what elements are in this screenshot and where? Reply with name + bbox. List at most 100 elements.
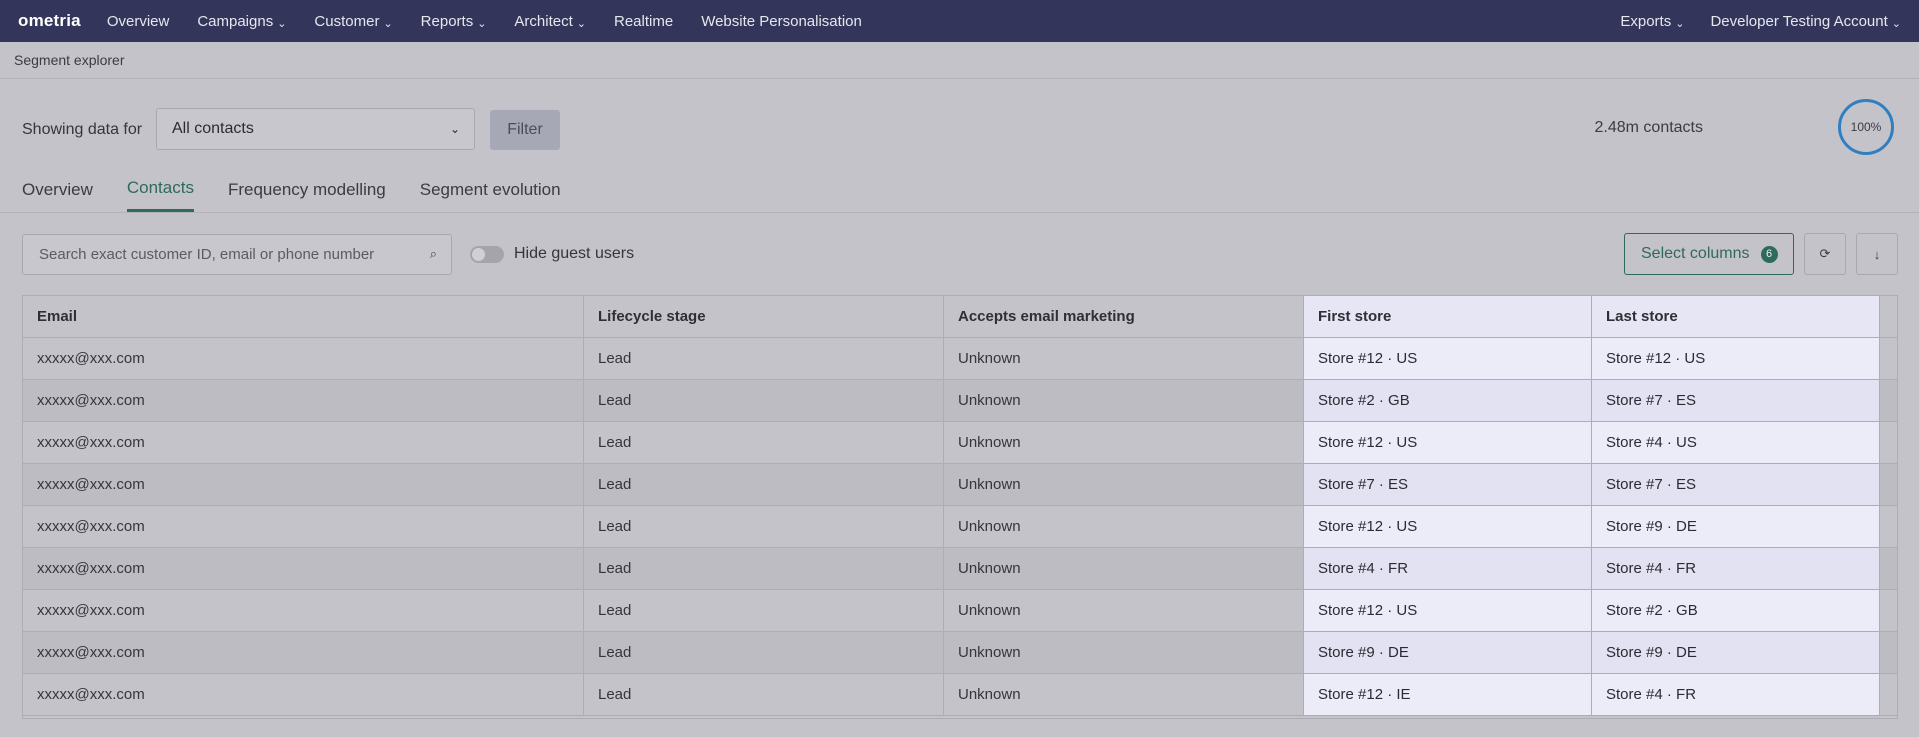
nav-right: Exports ⌄ Developer Testing Account ⌄ [1594, 13, 1901, 30]
chevron-down-icon: ⌄ [383, 17, 393, 30]
table-cell: Store #12 · US [1304, 338, 1592, 379]
nav-item-reports[interactable]: Reports ⌄ [421, 13, 487, 30]
table-cell: xxxxx@xxx.com [23, 338, 584, 379]
nav-item-architect[interactable]: Architect ⌄ [514, 13, 586, 30]
table-row[interactable]: xxxxx@xxx.com Lead Unknown Store #7 · ES Sto… [23, 464, 1897, 506]
table-row[interactable]: xxxxx@xxx.com Lead Unknown Store #12 · US St… [23, 506, 1897, 548]
table-cell: Store #2 · GB [1304, 380, 1592, 421]
tab-bar: Overview Contacts Frequency modelling Segme… [22, 172, 595, 212]
table-cell: Unknown [944, 338, 1304, 379]
chevron-down-icon: ⌄ [1891, 17, 1901, 30]
table-cell: xxxxx@xxx.com [23, 380, 584, 421]
table-cell: Lead [584, 380, 944, 421]
segment-select-value: All contacts [172, 120, 254, 137]
table-cell: Unknown [944, 422, 1304, 463]
table-cell: Lead [584, 590, 944, 631]
chevron-down-icon: ⌄ [277, 17, 287, 30]
ometria-logo[interactable]: ometria [18, 11, 81, 31]
table-cell: Store #4 · FR [1304, 548, 1592, 589]
account-menu[interactable]: Developer Testing Account ⌄ [1710, 13, 1901, 30]
exports-menu[interactable]: Exports ⌄ [1620, 13, 1684, 30]
chevron-down-icon: ⌄ [449, 122, 460, 136]
table-cell: Store #12 · IE [1304, 674, 1592, 715]
hide-guest-toggle[interactable] [470, 246, 504, 263]
tabs-divider [0, 212, 1919, 213]
table-scroll-gutter [1880, 338, 1897, 379]
nav-item-website-personalisation[interactable]: Website Personalisation [701, 13, 862, 30]
search-box: ⌕ [22, 234, 452, 275]
select-columns-label: Select columns [1641, 245, 1750, 262]
tab-overview[interactable]: Overview [22, 172, 93, 212]
showing-data-row: Showing data for [22, 109, 142, 151]
table-row[interactable]: xxxxx@xxx.com Lead Unknown Store #12 · US St… [23, 422, 1897, 464]
exports-label: Exports [1620, 12, 1672, 30]
table-cell: Store #12 · US [1304, 422, 1592, 463]
select-columns-button[interactable]: Select columns 6 [1624, 233, 1794, 275]
table-cell: Lead [584, 422, 944, 463]
chevron-down-icon: ⌄ [477, 17, 487, 30]
column-header-last-store[interactable]: Last store [1592, 296, 1880, 337]
search-icon[interactable]: ⌕ [430, 246, 437, 262]
table-cell: Lead [584, 464, 944, 505]
table-cell: xxxxx@xxx.com [23, 590, 584, 631]
nav-menu: Overview Campaigns ⌄ Customer ⌄ Reports ⌄ Archi… [93, 13, 876, 30]
table-scroll-gutter [1880, 506, 1897, 547]
table-cell: Store #12 · US [1592, 338, 1880, 379]
column-header-accepts-email-marketing[interactable]: Accepts email marketing [944, 296, 1304, 337]
download-icon: ↓ [1873, 246, 1881, 262]
breadcrumb: Segment explorer [0, 42, 1919, 79]
table-scroll-gutter [1880, 548, 1897, 589]
table-cell: Store #7 · ES [1592, 380, 1880, 421]
account-label: Developer Testing Account [1710, 12, 1888, 30]
nav-item-label: Architect [514, 12, 573, 30]
table-scroll-gutter [1880, 422, 1897, 463]
search-input[interactable] [37, 245, 421, 264]
nav-item-realtime[interactable]: Realtime [614, 13, 673, 30]
chevron-down-icon: ⌄ [1675, 17, 1685, 30]
table-cell: xxxxx@xxx.com [23, 632, 584, 673]
table-cell: Store #4 · FR [1592, 674, 1880, 715]
refresh-button[interactable]: ⟳ [1804, 233, 1846, 275]
table-scroll-gutter [1880, 296, 1897, 337]
table-cell: Unknown [944, 548, 1304, 589]
table-scroll-gutter [1880, 380, 1897, 421]
breadcrumb-segment-explorer[interactable]: Segment explorer [14, 52, 125, 68]
table-cell: Unknown [944, 674, 1304, 715]
table-scroll-gutter [1880, 674, 1897, 715]
column-header-first-store[interactable]: First store [1304, 296, 1592, 337]
column-header-lifecycle-stage[interactable]: Lifecycle stage [584, 296, 944, 337]
table-cell: Unknown [944, 506, 1304, 547]
hide-guest-label: Hide guest users [514, 245, 635, 262]
toggle-knob [472, 248, 485, 261]
segment-select[interactable]: All contacts ⌄ [156, 108, 475, 150]
table-cell: xxxxx@xxx.com [23, 464, 584, 505]
table-row[interactable]: xxxxx@xxx.com Lead Unknown Store #2 · GB Sto… [23, 380, 1897, 422]
table-row[interactable]: xxxxx@xxx.com Lead Unknown Store #9 · DE Sto… [23, 632, 1897, 674]
columns-count-badge: 6 [1760, 245, 1778, 263]
nav-item-overview[interactable]: Overview [107, 13, 170, 30]
table-cell: Unknown [944, 632, 1304, 673]
table-cell: Lead [584, 338, 944, 379]
table-cell: Store #9 · DE [1592, 632, 1880, 673]
table-scroll-gutter [1880, 632, 1897, 673]
table-cell: Lead [584, 548, 944, 589]
table-scroll-gutter [1880, 464, 1897, 505]
table-row[interactable]: xxxxx@xxx.com Lead Unknown Store #12 · US St… [23, 338, 1897, 380]
nav-item-customer[interactable]: Customer ⌄ [314, 13, 392, 30]
tab-frequency-modelling[interactable]: Frequency modelling [228, 172, 386, 212]
table-cell: Store #2 · GB [1592, 590, 1880, 631]
table-cell: Unknown [944, 380, 1304, 421]
table-cell: xxxxx@xxx.com [23, 506, 584, 547]
tab-segment-evolution[interactable]: Segment evolution [420, 172, 561, 212]
contacts-table: Email Lifecycle stage Accepts email market… [22, 295, 1898, 719]
table-row[interactable]: xxxxx@xxx.com Lead Unknown Store #12 · IE St… [23, 674, 1897, 716]
tab-contacts[interactable]: Contacts [126, 172, 194, 212]
nav-item-campaigns[interactable]: Campaigns ⌄ [197, 13, 286, 30]
table-row[interactable]: xxxxx@xxx.com Lead Unknown Store #12 · US St… [23, 590, 1897, 632]
filter-button[interactable]: Filter [490, 110, 560, 150]
nav-item-label: Realtime [614, 12, 674, 30]
table-row[interactable]: xxxxx@xxx.com Lead Unknown Store #4 · FR Sto… [23, 548, 1897, 590]
download-button[interactable]: ↓ [1856, 233, 1898, 275]
top-nav: ometria Overview Campaigns ⌄ Customer ⌄ Repor… [0, 0, 1919, 42]
column-header-email[interactable]: Email [23, 296, 584, 337]
